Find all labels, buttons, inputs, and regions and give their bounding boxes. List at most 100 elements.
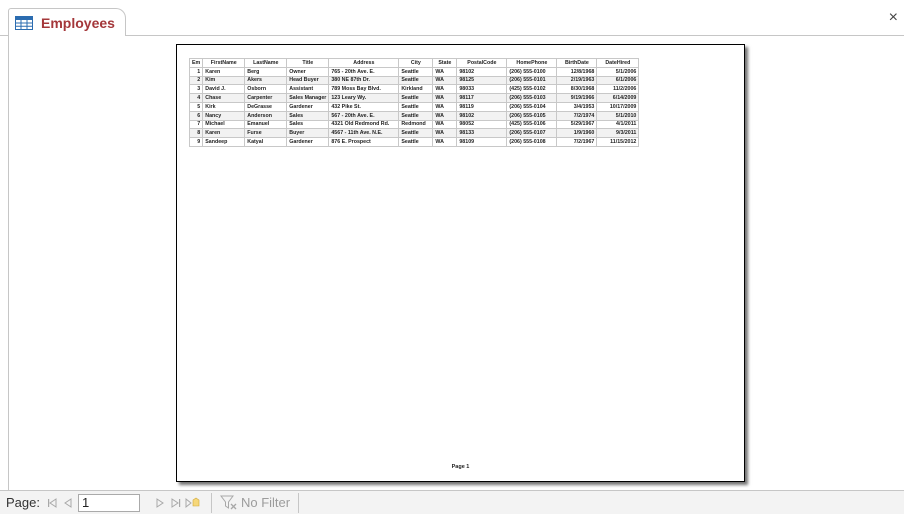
- table-cell: Seattle: [398, 101, 434, 112]
- table-cell: David J.: [202, 84, 246, 95]
- tab-label: Employees: [41, 14, 115, 31]
- table-cell: Anderson: [244, 110, 288, 121]
- last-record-icon[interactable]: [170, 497, 182, 509]
- close-icon[interactable]: ×: [889, 10, 898, 26]
- table-cell: 123 Leary Wy.: [328, 93, 400, 103]
- table-cell: 380 NE 87th Dr.: [328, 75, 400, 86]
- table-cell: 11/15/2012: [596, 137, 640, 147]
- status-separator: [210, 492, 212, 513]
- column-header: Title: [286, 58, 330, 68]
- table-row: 6 Nancy Anderson Sales 567 - 20th Ave. E. Sea…: [188, 110, 640, 121]
- table-row: 8 Karen Furse Buyer 4567 - 11th Ave. N.E. Sea…: [188, 128, 640, 139]
- next-record-icon[interactable]: [154, 497, 166, 509]
- table-cell: 98125: [456, 75, 508, 86]
- table-cell: Nancy: [202, 110, 246, 121]
- table-cell: (206) 555-0108: [506, 137, 558, 147]
- table-cell: Furse: [244, 128, 288, 139]
- table-cell: 765 - 20th Ave. E.: [328, 66, 400, 77]
- table-cell: Head Buyer: [286, 75, 330, 86]
- table-cell: Seattle: [398, 75, 434, 86]
- column-header: State: [432, 58, 458, 68]
- nav-group-left: [46, 497, 74, 509]
- table-cell: Gardener: [286, 137, 330, 147]
- table-cell: Osborn: [244, 84, 288, 95]
- column-header: HomePhone: [506, 58, 558, 68]
- report-page: Em FirstName LastName Title Address City State…: [176, 44, 745, 482]
- table-cell: 2: [188, 75, 204, 86]
- table-cell: (206) 555-0101: [506, 75, 558, 86]
- table-cell: 9: [188, 137, 204, 147]
- table-cell: Sales: [286, 119, 330, 130]
- table-cell: 4/1/2011: [596, 119, 640, 130]
- table-row: 4 Chase Carpenter Sales Manager 123 Leary Wy…: [188, 93, 640, 103]
- table-cell: Kim: [202, 75, 246, 86]
- table-cell: 3: [188, 84, 204, 95]
- table-cell: Akers: [244, 75, 288, 86]
- table-cell: Karen: [202, 66, 246, 77]
- table-cell: 1: [188, 66, 204, 77]
- table-cell: Redmond: [398, 119, 434, 130]
- page-number-input[interactable]: [77, 493, 140, 512]
- table-cell: Sandeep: [202, 137, 246, 147]
- table-cell: WA: [432, 119, 458, 130]
- table-body: 1 Karen Berg Owner 765 - 20th Ave. E. Seattle…: [188, 66, 640, 147]
- page-footer: Page 1: [451, 464, 470, 470]
- no-filter-label: No Filter: [240, 495, 291, 510]
- record-navigation-bar: Page: No Filter: [0, 490, 904, 514]
- first-record-icon[interactable]: [46, 497, 58, 509]
- table-cell: 98133: [456, 128, 508, 139]
- table-cell: WA: [432, 128, 458, 139]
- table-cell: Seattle: [398, 93, 434, 103]
- table-cell: 98052: [456, 119, 508, 130]
- status-separator-2: [298, 492, 300, 513]
- table-cell: 10/17/2009: [596, 101, 640, 112]
- print-preview-area[interactable]: Em FirstName LastName Title Address City State…: [8, 36, 904, 490]
- table-cell: (206) 555-0107: [506, 128, 558, 139]
- table-cell: 8: [188, 128, 204, 139]
- table-cell: 7: [188, 119, 204, 130]
- table-row: 1 Karen Berg Owner 765 - 20th Ave. E. Seattle…: [188, 66, 640, 77]
- table-cell: DeGrasse: [244, 101, 288, 112]
- table-cell: Sales: [286, 110, 330, 121]
- table-row: 3 David J. Osborn Assistant 789 Moss Bay Blv…: [188, 84, 640, 95]
- table-cell: 12/8/1968: [556, 66, 598, 77]
- table-cell: (206) 555-0103: [506, 93, 558, 103]
- filter-off-icon: [219, 495, 237, 509]
- table-cell: (425) 555-0106: [506, 119, 558, 130]
- table-cell: Seattle: [398, 110, 434, 121]
- table-cell: 98102: [456, 66, 508, 77]
- column-header: PostalCode: [456, 58, 508, 68]
- table-cell: 4: [188, 93, 204, 103]
- page-label: Page:: [6, 495, 40, 510]
- table-cell: (206) 555-0105: [506, 110, 558, 121]
- table-cell: Owner: [286, 66, 330, 77]
- table-cell: Kirk: [202, 101, 246, 112]
- table-cell: WA: [432, 84, 458, 95]
- tab-employees[interactable]: Employees: [8, 8, 126, 36]
- table-cell: 9/19/1966: [556, 93, 598, 103]
- table-cell: 567 - 20th Ave. E.: [328, 110, 400, 121]
- table-cell: WA: [432, 93, 458, 103]
- table-row: 9 Sandeep Katyal Gardener 876 E. Prospect Sea…: [188, 137, 640, 147]
- table-cell: 98102: [456, 110, 508, 121]
- table-cell: Assistant: [286, 84, 330, 95]
- new-record-icon[interactable]: [185, 497, 201, 509]
- table-icon: [15, 15, 33, 30]
- table-cell: 6: [188, 110, 204, 121]
- column-header: City: [398, 58, 434, 68]
- column-header: BirthDate: [556, 58, 598, 68]
- table-cell: 11/2/2006: [596, 84, 640, 95]
- no-filter-button[interactable]: No Filter: [219, 495, 291, 511]
- table-cell: 789 Moss Bay Blvd.: [328, 84, 400, 95]
- table-cell: 6/14/2009: [596, 93, 640, 103]
- previous-record-icon[interactable]: [62, 497, 74, 509]
- table-cell: 5: [188, 101, 204, 112]
- column-header: FirstName: [202, 58, 246, 68]
- table-cell: 7/2/1967: [556, 137, 598, 147]
- column-header: Address: [328, 58, 400, 68]
- table-cell: WA: [432, 101, 458, 112]
- table-cell: 98109: [456, 137, 508, 147]
- table-cell: 2/19/1963: [556, 75, 598, 86]
- table-cell: 876 E. Prospect: [328, 137, 400, 147]
- table-cell: Carpenter: [244, 93, 288, 103]
